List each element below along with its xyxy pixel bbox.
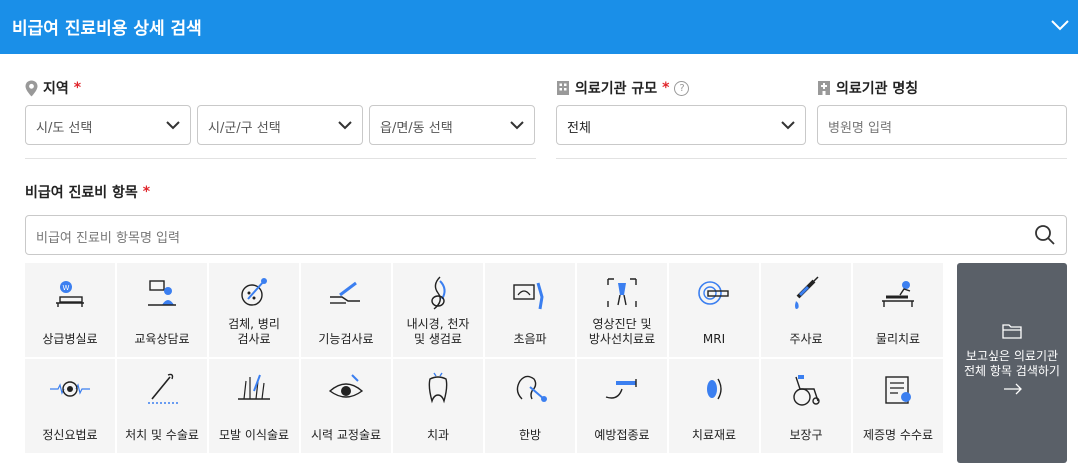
function-test-icon [330, 281, 360, 304]
category-tile-counseling[interactable]: 교육상담료 [117, 263, 207, 357]
category-tile-radiology[interactable]: 영상진단 및 방사선치료료 [577, 263, 667, 357]
scale-label: 의료기관 규모 * ? [556, 78, 690, 98]
category-tile-hair-transplant[interactable]: 모발 이식술료 [209, 359, 299, 453]
eye-icon [328, 374, 364, 398]
hospital-icon [818, 81, 830, 95]
oriental-medicine-icon [516, 375, 547, 402]
divider [25, 158, 536, 159]
category-tile-room-fee[interactable]: W 상급병실료 [25, 263, 115, 357]
category-tile-certificate-fee[interactable]: 제증명 수수료 [853, 359, 943, 453]
wheelchair-icon [793, 375, 820, 406]
brain-wave-icon [50, 381, 90, 397]
ultrasound-icon [513, 282, 544, 310]
category-tile-vision-correction[interactable]: 시력 교정술료 [301, 359, 391, 453]
building-icon [557, 81, 569, 95]
arrow-right-icon [1004, 383, 1022, 395]
svg-text:W: W [63, 284, 70, 292]
surgery-icon [148, 373, 178, 404]
chevron-down-icon [781, 121, 795, 130]
certificate-icon [885, 376, 911, 404]
chevron-down-icon [166, 121, 180, 130]
search-header[interactable]: 비급여 진료비용 상세 검색 [0, 0, 1078, 54]
search-all-items-button[interactable]: 보고싶은 의료기관 전체 항목 검색하기 [957, 263, 1067, 463]
category-tile-physical-therapy[interactable]: 물리치료 [853, 263, 943, 357]
region-label: 지역 * [25, 78, 81, 98]
tooth-icon [428, 372, 448, 404]
search-icon[interactable] [1034, 224, 1056, 246]
category-tile-oriental-medicine[interactable]: 한방 [485, 359, 575, 453]
category-tile-assistive-device[interactable]: 보장구 [761, 359, 851, 453]
scale-select[interactable]: 전체 [556, 105, 806, 145]
category-tile-vaccination[interactable]: 예방접종료 [577, 359, 667, 453]
sigungu-select[interactable]: 시/군/구 선택 [197, 105, 363, 145]
category-tile-pathology[interactable]: 검체, 병리 검사료 [209, 263, 299, 357]
category-tile-ultrasound[interactable]: 초음파 [485, 263, 575, 357]
item-search-input[interactable]: 비급여 진료비 항목명 입력 [25, 215, 1067, 255]
category-grid: W 상급병실료 교육상담료 검체, 병리 검사료 기능검사료 내시경, 천자 및… [25, 263, 947, 469]
lens-icon [707, 378, 722, 400]
category-tile-dental[interactable]: 치과 [393, 359, 483, 453]
page-title: 비급여 진료비용 상세 검색 [12, 19, 202, 39]
category-tile-endoscope[interactable]: 내시경, 천자 및 생검료 [393, 263, 483, 357]
help-icon[interactable]: ? [674, 80, 690, 96]
chevron-down-icon [510, 121, 524, 130]
hospital-bed-icon: W [56, 281, 84, 307]
syringe-icon [795, 276, 819, 309]
location-pin-icon [25, 80, 38, 96]
category-tile-mri[interactable]: MRI [669, 263, 759, 357]
items-label: 비급여 진료비 항목 * [25, 184, 151, 201]
endoscope-icon [431, 276, 446, 310]
category-tile-treatment-material[interactable]: 치료재료 [669, 359, 759, 453]
vaccine-icon [605, 379, 637, 399]
radiology-icon [607, 278, 637, 307]
hospital-name-input[interactable]: 병원명 입력 [817, 105, 1067, 145]
hair-transplant-icon [238, 374, 270, 400]
pathology-icon [241, 278, 267, 306]
mri-icon [698, 281, 729, 305]
category-tile-surgery[interactable]: 처치 및 수술료 [117, 359, 207, 453]
eupmyeon-select[interactable]: 읍/면/동 선택 [369, 105, 535, 145]
category-tile-injection[interactable]: 주사료 [761, 263, 851, 357]
category-tile-psychotherapy[interactable]: 정신요법료 [25, 359, 115, 453]
sido-select[interactable]: 시/도 선택 [25, 105, 191, 145]
category-tile-function-test[interactable]: 기능검사료 [301, 263, 391, 357]
hospital-name-label: 의료기관 명칭 [817, 78, 918, 98]
counseling-icon [148, 280, 176, 306]
chevron-down-icon [338, 121, 352, 130]
folder-icon [1002, 324, 1022, 339]
divider [556, 158, 1067, 159]
chevron-down-icon[interactable] [1050, 18, 1070, 32]
physical-therapy-icon [882, 281, 914, 307]
